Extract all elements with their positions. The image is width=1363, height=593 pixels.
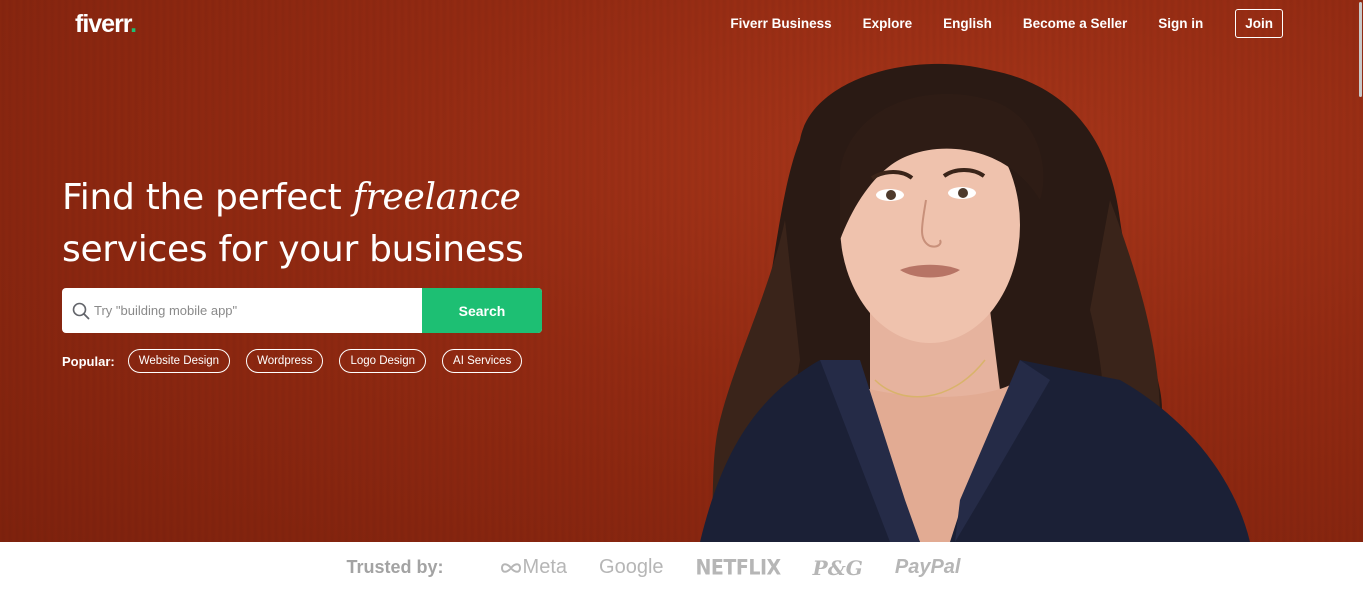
nav-language[interactable]: English — [943, 16, 992, 31]
popular-label: Popular: — [62, 353, 115, 369]
popular-chip-ai-services[interactable]: AI Services — [442, 349, 523, 373]
brand-meta-label: Meta — [522, 556, 568, 578]
hero-person-image — [700, 63, 1250, 542]
page-scrollbar[interactable] — [1357, 0, 1363, 100]
top-nav: Fiverr Business Explore English Become a… — [699, 0, 1283, 46]
nav-become-seller[interactable]: Become a Seller — [1023, 16, 1127, 31]
scrollbar-thumb[interactable] — [1359, 2, 1362, 97]
popular-chip-wordpress[interactable]: Wordpress — [246, 349, 324, 373]
brand-google: Google — [599, 556, 664, 578]
logo-text: fiverr — [75, 10, 131, 38]
hero-section: fiverr. Fiverr Business Explore English … — [0, 0, 1363, 542]
brand-pg: P&G — [812, 555, 863, 580]
popular-searches: Popular: Website Design Wordpress Logo D… — [62, 349, 538, 373]
nav-sign-in[interactable]: Sign in — [1158, 16, 1203, 31]
headline-part1: Find the perfect — [62, 177, 353, 218]
headline-part2: services for your business — [62, 229, 524, 270]
hero-headline: Find the perfect freelance services for … — [62, 172, 524, 276]
brand-meta: Meta — [500, 556, 567, 579]
join-button[interactable]: Join — [1235, 8, 1283, 38]
search-button[interactable]: Search — [422, 288, 542, 333]
fiverr-logo[interactable]: fiverr. — [75, 10, 137, 39]
brand-paypal: PayPal — [894, 556, 961, 578]
popular-chip-website-design[interactable]: Website Design — [127, 349, 231, 373]
trusted-by-bar: Trusted by: Meta Google NETFLIX P&G PayP… — [0, 542, 1363, 593]
headline-emphasis: freelance — [352, 177, 521, 218]
search-input[interactable] — [94, 288, 422, 333]
trusted-label: Trusted by: — [346, 557, 444, 577]
meta-infinity-icon — [500, 562, 521, 573]
nav-fiverr-business[interactable]: Fiverr Business — [730, 16, 831, 31]
popular-chip-logo-design[interactable]: Logo Design — [339, 349, 427, 373]
brand-netflix: NETFLIX — [695, 555, 782, 580]
logo-dot: . — [130, 10, 137, 38]
search-icon — [62, 288, 94, 333]
nav-explore[interactable]: Explore — [863, 16, 913, 31]
search-bar: Search — [62, 288, 542, 333]
